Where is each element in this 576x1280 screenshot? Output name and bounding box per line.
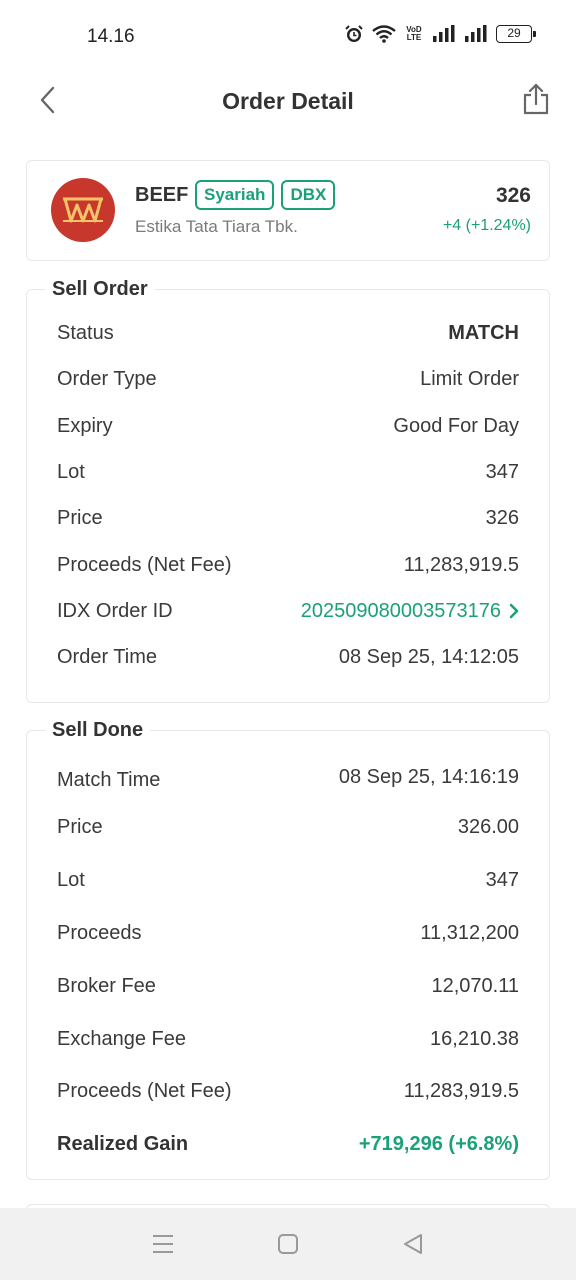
sell-order-section: Sell Order Status MATCH Order Type Limit… (26, 276, 550, 703)
square-icon (277, 1234, 298, 1254)
page-title: Order Detail (222, 88, 354, 114)
detail-row-exchange-fee: Exchange Fee 16,210.38 (57, 1026, 519, 1052)
stock-name: Estika Tata Tiara Tbk. (135, 217, 298, 236)
row-label: Broker Fee (57, 975, 156, 997)
tag-dbx: DBX (281, 180, 336, 210)
detail-row-order-type: Order Type Limit Order (57, 366, 519, 392)
row-value: Good For Day (393, 415, 519, 437)
detail-row-price: Price 326.00 (57, 814, 519, 840)
detail-row-match-time: Match Time 08 Sep 25, 14:16:19 (57, 761, 519, 793)
detail-row-expiry: Expiry Good For Day (57, 413, 519, 439)
row-value: 11,283,919.5 (403, 554, 519, 576)
row-value: 347 (485, 461, 519, 483)
stock-card[interactable]: BEEF Syariah DBX Estika Tata Tiara Tbk. … (26, 160, 550, 261)
detail-row-broker-fee: Broker Fee 12,070.11 (57, 973, 519, 999)
triangle-back-icon (404, 1234, 423, 1254)
row-label: Order Type (57, 368, 157, 390)
section-title: Sell Order (45, 276, 155, 302)
section-title: Sell Done (45, 717, 151, 743)
signal-icon-2 (464, 25, 488, 43)
battery-icon: 29 (496, 25, 536, 43)
idx-order-id-link[interactable]: 202509080003573176 (301, 598, 519, 624)
detail-row-lot: Lot 347 (57, 867, 519, 893)
share-button[interactable] (518, 82, 554, 120)
stock-price: 326 (495, 184, 531, 207)
beef-logo-icon (63, 197, 103, 223)
row-label: Lot (57, 461, 85, 483)
nav-back-button[interactable] (393, 1224, 433, 1264)
row-label: Exchange Fee (57, 1028, 186, 1050)
row-value: 16,210.38 (430, 1028, 519, 1050)
row-value: Limit Order (420, 368, 519, 390)
stock-logo (51, 178, 115, 242)
volte-icon: VoD LTE (406, 25, 422, 42)
status-bar: 14.16 VoD LTE 29 (0, 0, 576, 72)
detail-row-proceeds: Proceeds 11,312,200 (57, 920, 519, 946)
tag-syariah: Syariah (195, 180, 275, 210)
row-label: Status (57, 322, 114, 344)
row-value: 326 (485, 507, 519, 529)
row-label: Proceeds (Net Fee) (57, 554, 232, 576)
status-value: MATCH (448, 322, 519, 344)
row-value: 11,283,919.5 (403, 1080, 519, 1102)
menu-icon (152, 1235, 173, 1253)
row-label: Price (57, 816, 103, 838)
detail-row-price: Price 326 (57, 505, 519, 531)
stock-change: +4 (+1.24%) (442, 217, 531, 234)
header: Order Detail (0, 72, 576, 132)
row-value: 08 Sep 25, 14:12:05 (338, 646, 519, 668)
row-label: IDX Order ID (57, 600, 173, 622)
detail-row-proceeds-net: Proceeds (Net Fee) 11,283,919.5 (57, 552, 519, 578)
detail-row-realized-gain: Realized Gain +719,296 (+6.8%) (57, 1131, 519, 1157)
detail-row-order-time: Order Time 08 Sep 25, 14:12:05 (57, 644, 519, 670)
row-label: Match Time (57, 769, 161, 791)
sell-done-section: Sell Done Match Time 08 Sep 25, 14:16:19… (26, 717, 550, 1180)
row-value: 326.00 (457, 816, 519, 838)
alarm-icon (344, 24, 364, 44)
idx-order-id-value: 202509080003573176 (300, 600, 501, 622)
detail-row-idx-order-id: IDX Order ID 202509080003573176 (57, 598, 519, 624)
status-time: 14.16 (87, 26, 135, 47)
detail-row-lot: Lot 347 (57, 459, 519, 485)
status-icons: VoD LTE 29 (344, 24, 536, 44)
realized-gain-value: +719,296 (+6.8%) (358, 1133, 519, 1155)
detail-row-proceeds-net: Proceeds (Net Fee) 11,283,919.5 (57, 1078, 519, 1104)
row-value: 12,070.11 (431, 975, 520, 997)
row-label: Expiry (57, 415, 113, 437)
navigation-bar (0, 1208, 576, 1280)
row-value: 11,312,200 (420, 922, 519, 944)
nav-menu-button[interactable] (143, 1224, 183, 1264)
wifi-icon (372, 25, 396, 43)
row-label: Price (57, 507, 103, 529)
stock-code: BEEF (135, 184, 189, 206)
row-label: Lot (57, 869, 85, 891)
row-label: Realized Gain (57, 1133, 189, 1155)
chevron-right-icon (509, 603, 519, 619)
row-value: 347 (485, 869, 519, 891)
signal-icon (432, 25, 456, 43)
row-value: 08 Sep 25, 14:16:19 (338, 766, 519, 788)
detail-row-status: Status MATCH (57, 320, 519, 346)
row-label: Order Time (57, 646, 158, 668)
stock-tags: Syariah DBX (195, 180, 336, 210)
row-label: Proceeds (Net Fee) (57, 1080, 232, 1102)
nav-home-button[interactable] (268, 1224, 308, 1264)
row-label: Proceeds (57, 922, 142, 944)
share-icon (522, 83, 550, 120)
